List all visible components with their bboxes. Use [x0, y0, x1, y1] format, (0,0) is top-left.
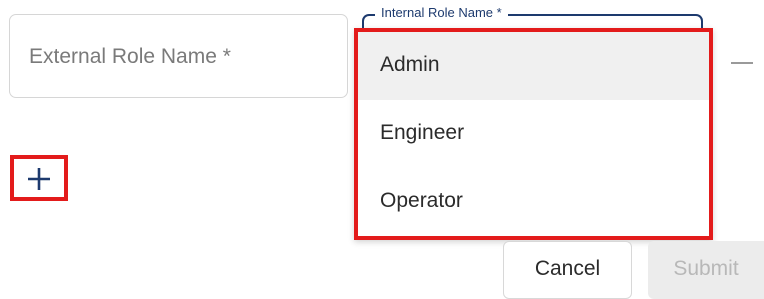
- plus-icon: [28, 168, 50, 190]
- add-role-mapping-button[interactable]: [10, 155, 68, 201]
- minus-icon[interactable]: [731, 62, 753, 64]
- menu-item-operator[interactable]: Operator: [358, 168, 709, 236]
- internal-role-name-label: Internal Role Name *: [375, 5, 508, 21]
- cancel-button[interactable]: Cancel: [503, 241, 632, 299]
- submit-button[interactable]: Submit: [648, 241, 764, 299]
- menu-item-engineer[interactable]: Engineer: [358, 100, 709, 168]
- external-role-name-field[interactable]: External Role Name *: [9, 14, 348, 98]
- external-role-name-placeholder: External Role Name *: [29, 45, 231, 68]
- role-mapping-form: External Role Name * Internal Role Name …: [0, 0, 764, 299]
- internal-role-dropdown-menu: Admin Engineer Operator: [354, 28, 713, 240]
- menu-item-admin[interactable]: Admin: [358, 32, 709, 100]
